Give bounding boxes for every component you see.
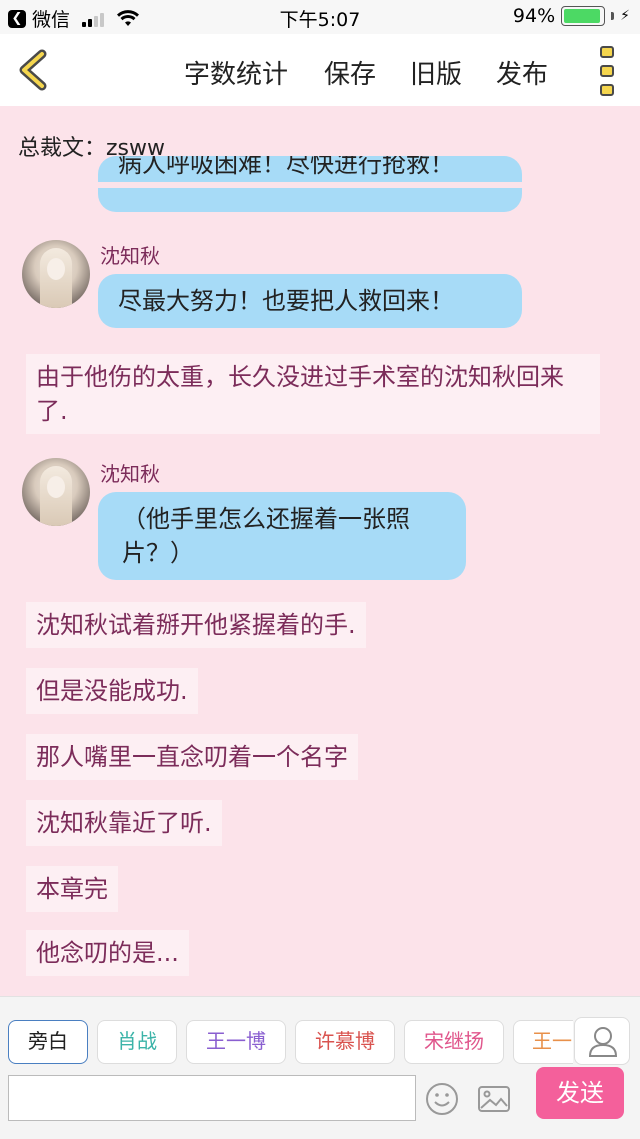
chat-content[interactable]: 总裁文：zsww 病人呼吸困难！尽快进行抢救！ 沈知秋 尽最大努力！也要把人救回…	[0, 106, 640, 996]
narration-line[interactable]: 由于他伤的太重，长久没进过手术室的沈知秋回来了.	[26, 354, 600, 434]
battery-percent: 94%	[512, 5, 556, 27]
character-tab[interactable]: 王一	[513, 1020, 573, 1064]
speaker-name: 沈知秋	[100, 462, 160, 486]
publish-button[interactable]: 发布	[496, 54, 548, 91]
character-tab[interactable]: 宋继扬	[404, 1020, 504, 1064]
save-button[interactable]: 保存	[324, 54, 376, 91]
avatar[interactable]	[22, 240, 90, 308]
image-icon[interactable]	[476, 1081, 512, 1117]
title-overlay	[0, 182, 640, 188]
narration-line[interactable]: 那人嘴里一直念叨着一个名字	[26, 734, 358, 780]
character-tab[interactable]: 肖战	[97, 1020, 177, 1064]
old-version-button[interactable]: 旧版	[410, 54, 462, 91]
message-bubble[interactable]: （他手里怎么还握着一张照片？）	[98, 492, 466, 580]
nav-bar: 字数统计 保存 旧版 发布	[0, 34, 640, 106]
speaker-name: 沈知秋	[100, 244, 160, 268]
person-icon	[588, 1027, 618, 1057]
composer-panel: 旁白 肖战 王一博 许慕博 宋继扬 王一 发送	[0, 996, 640, 1139]
message-bubble[interactable]: 尽最大努力！也要把人救回来！	[98, 274, 522, 328]
narration-line[interactable]: 但是没能成功.	[26, 668, 198, 714]
character-tab[interactable]: 许慕博	[295, 1020, 395, 1064]
status-bar: ❮ 微信 下午5:07 94% ⚡	[0, 0, 640, 34]
partial-message-text: 病人呼吸困难！尽快进行抢救！	[118, 156, 454, 178]
word-count-button[interactable]: 字数统计	[184, 54, 288, 91]
message-input[interactable]	[8, 1075, 416, 1121]
more-menu-icon[interactable]	[596, 46, 618, 96]
send-button[interactable]: 发送	[536, 1067, 624, 1119]
narration-line[interactable]: 沈知秋试着掰开他紧握着的手.	[26, 602, 366, 648]
battery-icon	[561, 6, 606, 26]
status-right: 94% ⚡	[513, 5, 630, 27]
emoji-icon[interactable]	[424, 1081, 460, 1117]
narration-line[interactable]: 他念叨的是...	[26, 930, 189, 976]
avatar[interactable]	[22, 458, 90, 526]
character-tab-narrator[interactable]: 旁白	[8, 1020, 88, 1064]
battery-tip	[611, 12, 615, 20]
character-tab[interactable]: 王一博	[186, 1020, 286, 1064]
charging-icon: ⚡	[620, 8, 630, 24]
character-manager-button[interactable]	[574, 1017, 630, 1065]
battery-fill	[564, 9, 600, 23]
narration-line[interactable]: 沈知秋靠近了听.	[26, 800, 222, 846]
back-arrow-icon[interactable]	[14, 48, 58, 92]
narration-line[interactable]: 本章完	[26, 866, 118, 912]
